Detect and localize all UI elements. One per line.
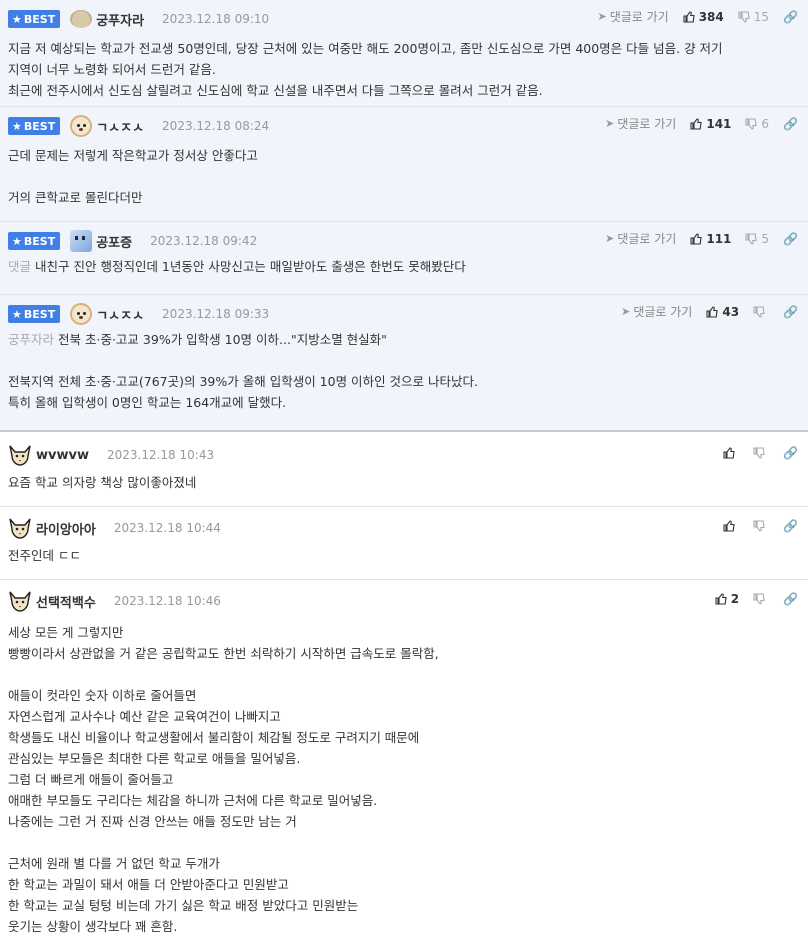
upvote-button[interactable] — [723, 520, 739, 532]
comment-date: 2023.12.18 10:46 — [113, 594, 221, 608]
comment-actions: ➤ 댓글로 가기 141 6 🔗 — [605, 115, 798, 132]
thumbs-down-icon — [753, 593, 765, 605]
best-badge: ★ BEST — [8, 305, 61, 323]
thumbs-up-icon — [690, 117, 702, 130]
comment-actions: 🔗 — [723, 446, 798, 460]
upvote-button[interactable]: 384 — [683, 10, 724, 24]
comment-date: 2023.12.18 10:44 — [113, 521, 221, 535]
comment-body: 댓글 내친구 진안 행정직인데 1년동안 사망신고는 매일받아도 출생은 한번도 … — [8, 259, 466, 274]
upvote-button[interactable] — [723, 447, 739, 459]
comment-author[interactable]: ㄱㅅㅈㅅ — [96, 117, 144, 136]
comment-actions: 🔗 — [723, 519, 798, 533]
avatar[interactable] — [70, 303, 93, 325]
reply-link[interactable]: ➤ 댓글로 가기 — [621, 303, 692, 320]
downvote-button[interactable]: 6 — [745, 117, 769, 131]
downvote-button[interactable] — [753, 520, 769, 532]
link-icon[interactable]: 🔗 — [783, 232, 798, 246]
comment-author[interactable]: wvwvw — [36, 448, 89, 463]
avatar[interactable] — [8, 516, 32, 540]
thumbs-down-icon — [745, 232, 758, 245]
link-icon[interactable]: 🔗 — [783, 10, 798, 24]
comment-date: 2023.12.18 09:33 — [162, 307, 270, 321]
thumbs-up-icon — [715, 593, 727, 605]
reply-tag[interactable]: 궁푸자라 — [8, 332, 54, 347]
link-icon[interactable]: 🔗 — [783, 446, 798, 460]
downvote-button[interactable]: 5 — [745, 232, 769, 246]
comment-best-1: ★ BEST 궁푸자라 2023.12.18 09:10 ➤ 댓글로 가기 384 … — [0, 0, 808, 107]
upvote-button[interactable]: 111 — [690, 232, 731, 246]
reply-link[interactable]: ➤ 댓글로 가기 — [605, 230, 676, 247]
comment-author[interactable]: 공포증 — [96, 232, 132, 251]
avatar[interactable] — [70, 230, 93, 252]
thumbs-up-icon — [690, 232, 702, 245]
thumbs-down-icon — [753, 520, 765, 532]
reply-link[interactable]: ➤ 댓글로 가기 — [597, 8, 668, 25]
thumbs-up-icon — [723, 520, 735, 532]
avatar[interactable] — [8, 589, 32, 613]
comment-best-4: ★ BEST ㄱㅅㅈㅅ 2023.12.18 09:33 ➤ 댓글로 가기 43 🔗… — [0, 295, 808, 432]
thumbs-up-icon — [683, 10, 695, 23]
comment-date: 2023.12.18 10:43 — [106, 448, 215, 462]
comment-actions: ➤ 댓글로 가기 43 🔗 — [621, 303, 798, 320]
thumbs-up-icon — [723, 447, 735, 459]
send-arrow-icon: ➤ — [597, 10, 607, 23]
comment-date: 2023.12.18 09:42 — [150, 234, 258, 248]
comment-body: 지금 저 예상되는 학교가 전교생 50명인데, 당장 근처에 있는 여중만 해… — [8, 41, 723, 98]
thumbs-down-icon — [738, 10, 750, 23]
comment-body: 궁푸자라 전북 초·중·고교 39%가 입학생 10명 이하..."지방소멸 현실… — [8, 332, 478, 410]
link-icon[interactable]: 🔗 — [783, 519, 798, 533]
send-arrow-icon: ➤ — [621, 305, 631, 318]
reply-tag[interactable]: 댓글 — [8, 259, 31, 274]
best-badge: ★ BEST — [8, 10, 61, 28]
star-icon: ★ — [12, 307, 22, 321]
thumbs-down-icon — [753, 447, 765, 459]
thumbs-down-icon — [745, 117, 758, 130]
star-icon: ★ — [12, 119, 22, 133]
downvote-button[interactable] — [753, 447, 769, 459]
upvote-button[interactable]: 43 — [706, 305, 739, 319]
thumbs-down-icon — [753, 305, 765, 318]
comment-1: wvwvw 2023.12.18 10:43 🔗 요즘 학교 의자랑 책상 많이… — [0, 432, 808, 507]
send-arrow-icon: ➤ — [605, 117, 615, 130]
thumbs-up-icon — [706, 305, 718, 318]
comment-best-2: ★ BEST ㄱㅅㅈㅅ 2023.12.18 08:24 ➤ 댓글로 가기 141 … — [0, 107, 808, 222]
upvote-button[interactable]: 2 — [715, 592, 739, 606]
comment-author[interactable]: 라이앙아아 — [36, 519, 96, 538]
comment-date: 2023.12.18 09:10 — [162, 12, 270, 26]
comment-2: 라이앙아아 2023.12.18 10:44 🔗 전주인데 ㄷㄷ — [0, 507, 808, 580]
comment-author[interactable]: ㄱㅅㅈㅅ — [96, 305, 144, 324]
send-arrow-icon: ➤ — [605, 232, 615, 245]
comment-actions: ➤ 댓글로 가기 111 5 🔗 — [605, 230, 798, 247]
comment-date: 2023.12.18 08:24 — [162, 119, 270, 133]
avatar[interactable] — [70, 115, 93, 137]
comment-author[interactable]: 궁푸자라 — [96, 10, 144, 29]
best-badge: ★ BEST — [8, 232, 61, 250]
avatar[interactable] — [70, 10, 93, 28]
comment-actions: 2 🔗 — [715, 592, 798, 606]
reply-link[interactable]: ➤ 댓글로 가기 — [605, 115, 676, 132]
upvote-button[interactable]: 141 — [690, 117, 731, 131]
avatar[interactable] — [8, 443, 32, 467]
comment-3: 선택적백수 2023.12.18 10:46 2 🔗 세상 모든 게 그렇지만 … — [0, 580, 808, 941]
link-icon[interactable]: 🔗 — [783, 592, 798, 606]
best-badge: ★ BEST — [8, 117, 61, 135]
comment-body: 요즘 학교 의자랑 책상 많이좋아졌네 — [8, 475, 197, 490]
comment-body: 전주인데 ㄷㄷ — [8, 548, 81, 563]
comment-best-3: ★ BEST 공포증 2023.12.18 09:42 ➤ 댓글로 가기 111 5… — [0, 222, 808, 295]
downvote-button[interactable]: 15 — [738, 10, 769, 24]
downvote-button[interactable] — [753, 305, 769, 318]
comment-body: 근데 문제는 저렇게 작은학교가 정서상 안좋다고 거의 큰학교로 몰린다더만 — [8, 148, 258, 205]
star-icon: ★ — [12, 234, 22, 248]
link-icon[interactable]: 🔗 — [783, 305, 798, 319]
comment-body: 세상 모든 게 그렇지만 빵빵이라서 상관없을 거 같은 공립학교도 한번 쇠락… — [8, 625, 439, 934]
downvote-button[interactable] — [753, 593, 769, 605]
comment-actions: ➤ 댓글로 가기 384 15 🔗 — [597, 8, 798, 25]
star-icon: ★ — [12, 12, 22, 26]
link-icon[interactable]: 🔗 — [783, 117, 798, 131]
comment-author[interactable]: 선택적백수 — [36, 592, 96, 611]
